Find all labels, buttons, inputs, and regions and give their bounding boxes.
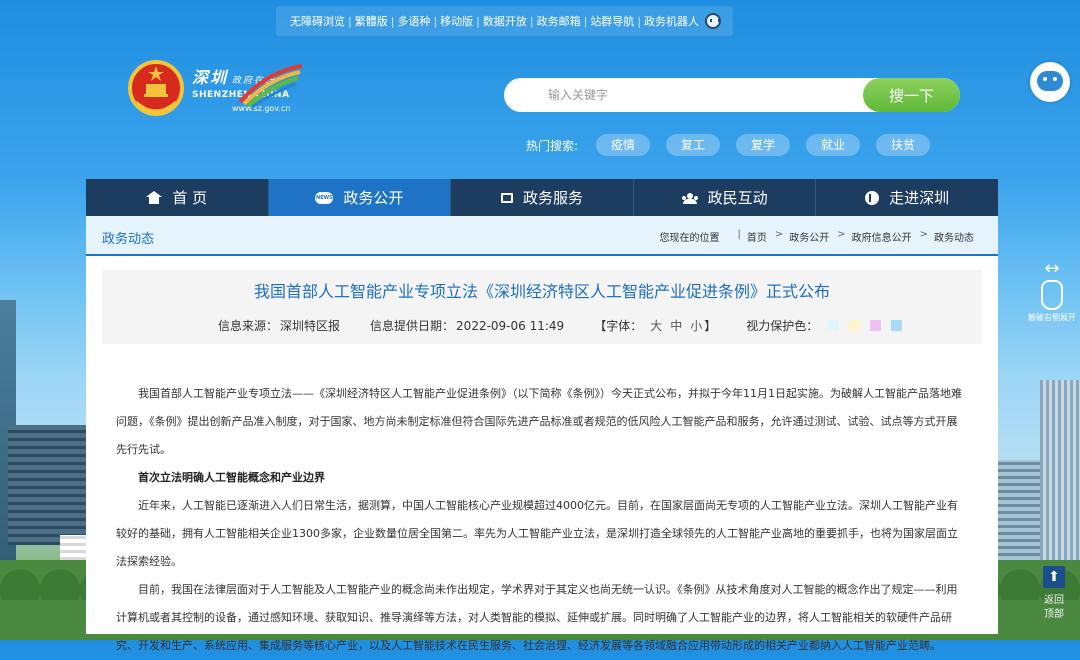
article-body: 我国首部人工智能产业专项立法——《深圳经济特区人工智能产业促进条例》（以下简称《…	[116, 380, 968, 660]
font-label: 【字体：	[594, 319, 643, 333]
swipe-label: 触碰右侧展开	[1028, 313, 1076, 322]
article-paragraph: 我国首部人工智能产业专项立法——《深圳经济特区人工智能产业促进条例》（以下简称《…	[116, 387, 962, 456]
article-header: 我国首部人工智能产业专项立法《深圳经济特区人工智能产业促进条例》正式公布 信息来…	[102, 270, 982, 344]
nav-item-home[interactable]: 首 页	[86, 179, 269, 216]
date-value: 2022-09-06 11:49	[456, 318, 565, 333]
top-link-mobile[interactable]: 移动版	[438, 13, 475, 29]
top-link-traditional[interactable]: 繁體版	[353, 13, 390, 29]
section-title: 政务动态	[102, 232, 155, 247]
national-emblem-icon	[128, 60, 184, 116]
search-button[interactable]: 搜一下	[863, 78, 960, 112]
back-to-top[interactable]: ⬆ 返回顶部	[1040, 566, 1068, 622]
logo-swoosh-icon	[238, 64, 303, 108]
font-size-medium[interactable]: 中	[670, 317, 682, 334]
source-label: 信息来源：	[218, 319, 279, 333]
nav-label: 首 页	[172, 189, 208, 207]
article-title: 我国首部人工智能产业专项立法《深圳经济特区人工智能产业促进条例》正式公布	[253, 282, 830, 301]
vision-swatch[interactable]	[828, 320, 840, 331]
double-arrow-icon: ↔	[1044, 258, 1060, 279]
robot-icon[interactable]	[705, 13, 722, 29]
service-icon	[500, 192, 513, 203]
date-label: 信息提供日期：	[370, 319, 455, 333]
vision-swatch[interactable]	[891, 320, 903, 331]
article-paragraph: 近年来，人工智能已逐渐进入人们日常生活，据测算，中国人工智能核心产业规模超过40…	[116, 499, 958, 568]
nav-item-gov-affairs[interactable]: NEWS 政务公开	[268, 179, 452, 216]
main-nav: 首 页 NEWS 政务公开 政务服务 政民互动 走进深圳	[86, 179, 998, 216]
search-box: 搜一下	[504, 78, 960, 112]
article-meta: 信息来源： 深圳特区报 信息提供日期： 2022-09-06 11:49 【字体…	[218, 317, 904, 334]
top-link-robot[interactable]: 政务机器人	[642, 13, 701, 29]
nav-label: 政民互动	[707, 189, 768, 207]
search-input[interactable]	[504, 78, 864, 112]
hot-tag[interactable]: 就业	[806, 134, 861, 156]
top-link-site-nav[interactable]: 站群导航	[588, 13, 636, 29]
nav-label: 政务服务	[522, 189, 583, 207]
article-subheading: 首次立法明确人工智能概念和产业边界	[138, 471, 325, 484]
nav-item-explore[interactable]: 走进深圳	[816, 179, 998, 216]
breadcrumb-bar: 政务动态 您现在的位置 | 首页 > 政务公开 > 政府信息公开 > 政务动态	[86, 216, 998, 256]
vision-swatch[interactable]	[849, 320, 861, 331]
breadcrumb-item[interactable]: 政府信息公开	[852, 229, 912, 244]
home-icon	[146, 190, 163, 204]
hot-tag[interactable]: 扶贫	[876, 134, 931, 156]
vision-swatch[interactable]	[870, 320, 882, 331]
explore-icon	[865, 190, 880, 205]
source-value: 深圳特区报	[280, 319, 341, 333]
logo-cn: 深圳	[192, 68, 229, 87]
nav-label: 政务公开	[343, 189, 404, 207]
article: 我国首部人工智能产业专项立法《深圳经济特区人工智能产业促进条例》正式公布 信息来…	[86, 256, 998, 652]
top-link-accessibility[interactable]: 无障碍浏览	[288, 13, 347, 29]
news-icon: NEWS	[315, 191, 334, 204]
breadcrumb-prefix: 您现在的位置	[659, 233, 720, 244]
hot-tag[interactable]: 疫情	[596, 134, 651, 156]
assistant-robot-icon[interactable]	[1030, 62, 1070, 102]
hot-search: 热门搜索: 疫情 复工 复学 就业 扶贫	[526, 134, 946, 156]
breadcrumb: 您现在的位置 | 首页 > 政务公开 > 政府信息公开 > 政务动态	[659, 229, 974, 244]
font-size-large[interactable]: 大	[650, 317, 662, 334]
vision-label: 视力保护色：	[746, 319, 819, 333]
breadcrumb-item[interactable]: 首页	[747, 229, 767, 244]
arrow-up-icon[interactable]: ⬆	[1043, 566, 1065, 588]
top-link-open-data[interactable]: 数据开放	[481, 13, 529, 29]
hot-tag[interactable]: 复工	[666, 134, 721, 156]
breadcrumb-item[interactable]: 政务动态	[934, 229, 974, 244]
article-paragraph: 目前，我国在法律层面对于人工智能及人工智能产业的概念尚未作出规定，学术界对于其定…	[116, 583, 958, 652]
font-size-small[interactable]: 小	[690, 317, 702, 334]
hot-search-label: 热门搜索:	[526, 138, 579, 153]
top-links-bar: 无障碍浏览 | 繁體版 | 多语种 | 移动版 | 数据开放 | 政务邮箱 | 站群导航 | …	[276, 6, 734, 36]
hot-tag[interactable]: 复学	[736, 134, 791, 156]
swipe-hint[interactable]: ↔ 触碰右侧展开	[1024, 258, 1080, 323]
top-link-mail[interactable]: 政务邮箱	[535, 13, 583, 29]
nav-item-gov-service[interactable]: 政务服务	[451, 179, 634, 216]
font-close: 】	[704, 319, 717, 333]
hand-icon	[1041, 280, 1063, 310]
back-to-top-label: 返回顶部	[1044, 595, 1064, 620]
nav-label: 走进深圳	[889, 189, 950, 207]
top-link-languages[interactable]: 多语种	[395, 13, 432, 29]
skyline-building-left	[8, 425, 86, 545]
breadcrumb-item[interactable]: 政务公开	[789, 229, 829, 244]
people-icon	[682, 192, 698, 204]
nav-item-interaction[interactable]: 政民互动	[634, 179, 817, 216]
